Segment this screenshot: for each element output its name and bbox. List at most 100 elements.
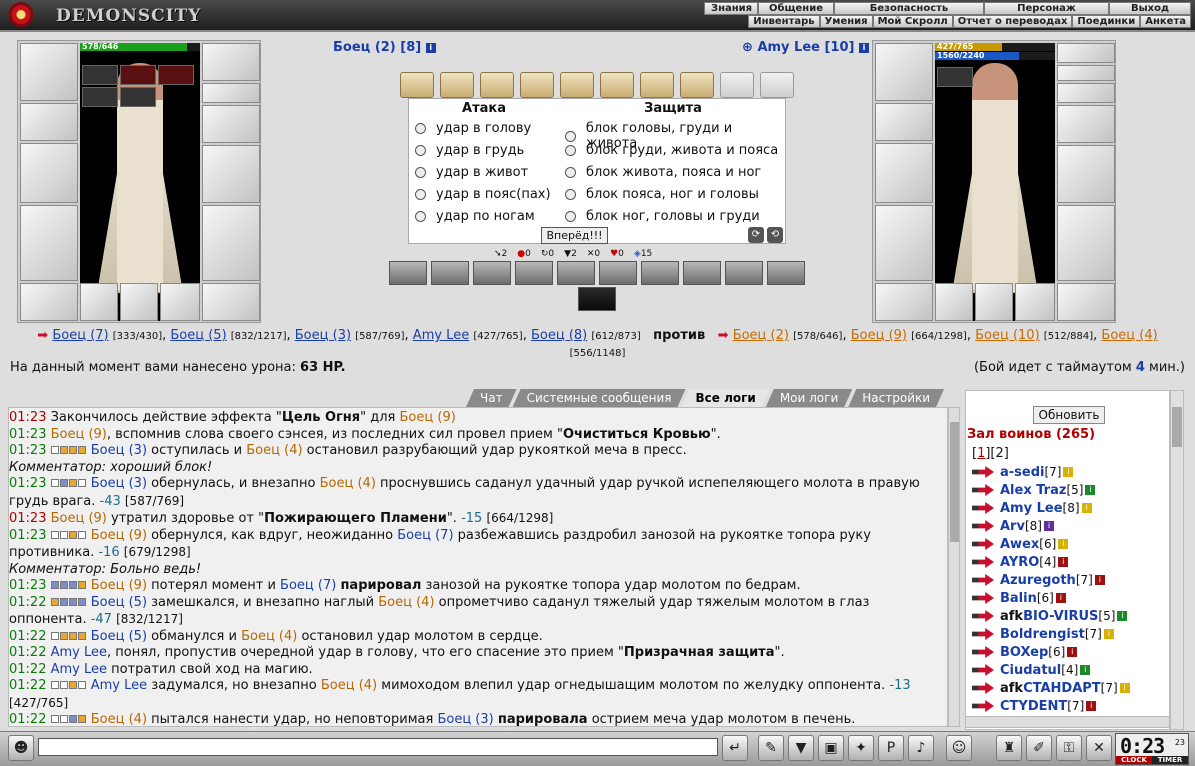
info-icon[interactable]: i — [1043, 521, 1054, 531]
defense-2[interactable]: блок груди, живота и пояса — [565, 143, 778, 158]
belt-slot[interactable] — [20, 283, 78, 321]
filter-icon[interactable]: ▼ — [788, 735, 814, 761]
trick-6[interactable] — [599, 261, 637, 285]
armor-slot-right[interactable] — [875, 205, 933, 281]
left-inv-slot-3[interactable] — [158, 65, 194, 85]
player-name[interactable]: Awex — [1000, 537, 1039, 552]
page-1[interactable]: 1 — [977, 446, 985, 461]
menu-transfer-report[interactable]: Отчет о переводах — [952, 15, 1073, 28]
vs-right-1[interactable]: Боец (2) — [733, 328, 789, 343]
left-inv-slot-5[interactable] — [120, 87, 156, 107]
gloves-slot[interactable] — [202, 105, 260, 143]
pl-icon[interactable]: P — [878, 735, 904, 761]
attack-stomach[interactable]: удар в живот — [415, 165, 528, 180]
right-rune-3[interactable] — [1015, 283, 1055, 321]
player-name[interactable]: CTAHDAPT — [1023, 681, 1101, 696]
rings-slot[interactable] — [202, 83, 260, 103]
speaker-icon[interactable]: ☻ — [8, 735, 34, 761]
vs-left-2[interactable]: Боец (5) — [170, 328, 226, 343]
player-row[interactable]: Awex [6] i — [972, 535, 1167, 553]
eraser-icon[interactable]: ✎ — [758, 735, 784, 761]
boots-slot-right[interactable] — [1057, 283, 1115, 321]
refresh-icon[interactable]: ⟳ — [748, 227, 764, 243]
defense-4[interactable]: блок пояса, ног и головы — [565, 187, 759, 202]
info-icon[interactable]: i — [1081, 503, 1092, 513]
players-scrollbar[interactable] — [1170, 390, 1184, 730]
scroll-slot-2[interactable] — [440, 72, 474, 98]
scroll-slot-8[interactable] — [680, 72, 714, 98]
belt-slot-right[interactable] — [875, 283, 933, 321]
player-name[interactable]: Ciudatul — [1000, 663, 1061, 678]
info-icon[interactable]: i — [1086, 701, 1097, 711]
player-name[interactable]: BIO-VIRUS — [1023, 609, 1098, 624]
logo[interactable]: DEMONSCITY — [4, 2, 234, 30]
right-inv-slot-1[interactable] — [937, 67, 973, 87]
forward-button[interactable]: Вперёд!!! — [541, 227, 608, 244]
tab-settings[interactable]: Настройки — [848, 389, 944, 407]
amulet-slot-right[interactable] — [1057, 65, 1115, 81]
player-row[interactable]: Arv [8] i — [972, 517, 1167, 535]
gloves-slot-right[interactable] — [1057, 105, 1115, 143]
info-icon[interactable]: i — [1067, 647, 1078, 657]
left-rune-2[interactable] — [120, 283, 158, 321]
player-name[interactable]: a-sedi — [1000, 465, 1044, 480]
player-name[interactable]: AYRO — [1000, 555, 1039, 570]
shield-slot[interactable] — [202, 145, 260, 203]
chat-input[interactable] — [38, 738, 718, 756]
info-icon[interactable]: i — [1058, 539, 1069, 549]
refresh-button[interactable]: Обновить — [1033, 406, 1105, 424]
menu-security[interactable]: Безопасность — [834, 2, 984, 15]
scroll-slot-6[interactable] — [600, 72, 634, 98]
scroll-slot-7[interactable] — [640, 72, 674, 98]
player-row[interactable]: Boldrengist [7] i — [972, 625, 1167, 643]
attack-head[interactable]: удар в голову — [415, 121, 531, 136]
scroll-icon[interactable]: ✐ — [1026, 735, 1052, 761]
left-rune-1[interactable] — [80, 283, 118, 321]
info-icon[interactable]: i — [1080, 665, 1091, 675]
scroll-slot-4[interactable] — [520, 72, 554, 98]
vs-right-4[interactable]: Боец (4) — [1101, 328, 1157, 343]
info-icon[interactable]: i — [1085, 485, 1096, 495]
player-row[interactable]: Amy Lee [8] i — [972, 499, 1167, 517]
menu-exit[interactable]: Выход — [1109, 2, 1191, 15]
boots-slot[interactable] — [202, 283, 260, 321]
tab-my-logs[interactable]: Мои логи — [766, 389, 852, 407]
info-icon[interactable]: i — [1063, 467, 1074, 477]
send-icon[interactable]: ↵ — [722, 735, 748, 761]
left-fighter-name[interactable]: Боец (2) [8] i — [333, 40, 436, 55]
right-fighter-name[interactable]: ⊕ Amy Lee [10] i — [742, 40, 869, 55]
vs-left-5[interactable]: Боец (8) — [531, 328, 587, 343]
tab-all-logs[interactable]: Все логи — [682, 389, 770, 407]
vs-left-4[interactable]: Amy Lee — [413, 328, 469, 343]
player-name[interactable]: Boldrengist — [1000, 627, 1085, 642]
weapon-slot[interactable] — [20, 143, 78, 203]
attack-legs[interactable]: удар по ногам — [415, 209, 535, 224]
scroll-slot-9[interactable] — [720, 72, 754, 98]
player-name[interactable]: Amy Lee — [1000, 501, 1063, 516]
legs-slot[interactable] — [202, 205, 260, 281]
left-inv-slot-4[interactable] — [82, 87, 118, 107]
scroll-slot-3[interactable] — [480, 72, 514, 98]
player-name[interactable]: Azuregoth — [1000, 573, 1076, 588]
player-name[interactable]: Alex Traz — [1000, 483, 1066, 498]
auto-icon[interactable]: ⟲ — [767, 227, 783, 243]
player-name[interactable]: Balin — [1000, 591, 1037, 606]
vs-right-2[interactable]: Боец (9) — [851, 328, 907, 343]
attack-belt[interactable]: удар в пояс(пах) — [415, 187, 551, 202]
vs-right-3[interactable]: Боец (10) — [975, 328, 1040, 343]
info-icon[interactable]: i — [1119, 683, 1130, 693]
menu-skills[interactable]: Умения — [819, 15, 873, 28]
tab-chat[interactable]: Чат — [466, 389, 517, 407]
scroll-slot-10[interactable] — [760, 72, 794, 98]
trick-10[interactable] — [767, 261, 805, 285]
trick-8[interactable] — [683, 261, 721, 285]
scroll-slot-5[interactable] — [560, 72, 594, 98]
vs-left-1[interactable]: Боец (7) — [52, 328, 108, 343]
player-row[interactable]: afk CTAHDAPT [7] i — [972, 679, 1167, 697]
trick-5[interactable] — [557, 261, 595, 285]
helmet-slot-right[interactable] — [875, 43, 933, 101]
player-row[interactable]: Alex Traz [5] i — [972, 481, 1167, 499]
bag-icon[interactable]: ♜ — [996, 735, 1022, 761]
left-inv-slot-2[interactable] — [120, 65, 156, 85]
info-icon[interactable]: i — [1094, 575, 1105, 585]
